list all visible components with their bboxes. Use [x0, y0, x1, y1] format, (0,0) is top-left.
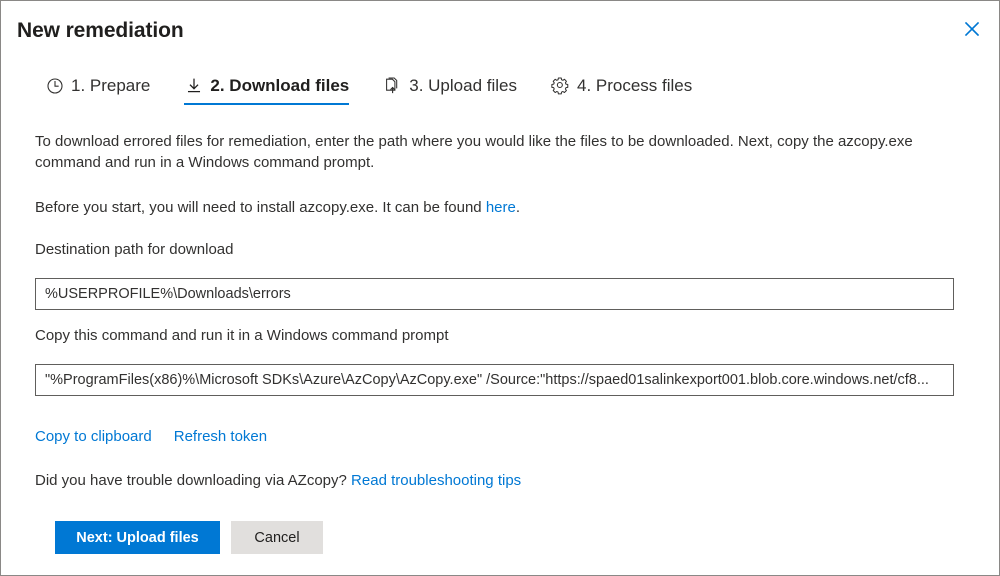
- tab-prepare[interactable]: 1. Prepare: [45, 75, 150, 105]
- panel-actions: Next: Upload files Cancel: [55, 521, 323, 554]
- cancel-button[interactable]: Cancel: [231, 521, 323, 554]
- wizard-tabs: 1. Prepare 2. Download files 3. Upload f…: [45, 75, 726, 115]
- intro-paragraph: To download errored files for remediatio…: [35, 131, 925, 173]
- command-label: Copy this command and run it in a Window…: [35, 326, 449, 346]
- tab-download-files-label: 2. Download files: [210, 75, 349, 97]
- gear-icon: [551, 77, 570, 96]
- tab-prepare-label: 1. Prepare: [71, 75, 150, 97]
- azcopy-command-input[interactable]: [35, 364, 954, 396]
- upload-file-icon: [383, 77, 402, 96]
- azcopy-download-link[interactable]: here: [486, 199, 516, 216]
- install-paragraph: Before you start, you will need to insta…: [35, 197, 925, 218]
- install-suffix-text: .: [516, 199, 520, 216]
- tab-process-files[interactable]: 4. Process files: [551, 75, 692, 105]
- next-upload-files-button[interactable]: Next: Upload files: [55, 521, 220, 554]
- refresh-token-link[interactable]: Refresh token: [174, 428, 267, 445]
- download-icon: [184, 77, 203, 96]
- troubleshooting-prefix: Did you have trouble downloading via AZc…: [35, 472, 351, 489]
- new-remediation-panel: New remediation 1. Prepare: [0, 0, 1000, 576]
- destination-path-label: Destination path for download: [35, 240, 233, 260]
- close-icon: [965, 22, 979, 36]
- close-button[interactable]: [953, 11, 991, 47]
- page-title: New remediation: [17, 17, 184, 45]
- tab-upload-files-label: 3. Upload files: [409, 75, 517, 97]
- install-prefix-text: Before you start, you will need to insta…: [35, 199, 486, 216]
- troubleshooting-text: Did you have trouble downloading via AZc…: [35, 471, 521, 491]
- panel-header: New remediation: [1, 1, 999, 59]
- tab-upload-files[interactable]: 3. Upload files: [383, 75, 517, 105]
- command-links-row: Copy to clipboard Refresh token: [35, 428, 267, 445]
- clock-icon: [45, 77, 64, 96]
- tab-process-files-label: 4. Process files: [577, 75, 692, 97]
- destination-path-input[interactable]: [35, 278, 954, 310]
- troubleshooting-link[interactable]: Read troubleshooting tips: [351, 472, 521, 489]
- tab-download-files[interactable]: 2. Download files: [184, 75, 349, 105]
- copy-to-clipboard-link[interactable]: Copy to clipboard: [35, 428, 152, 445]
